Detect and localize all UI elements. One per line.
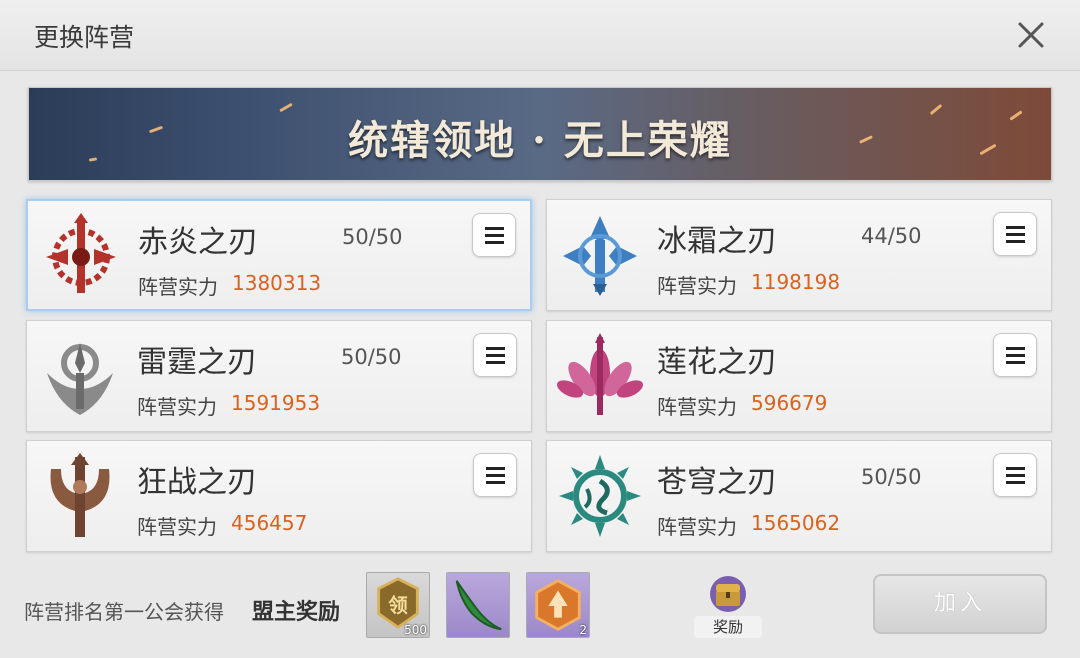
join-button[interactable]: 加入 [873, 574, 1047, 634]
menu-button[interactable] [993, 212, 1037, 256]
berserker-emblem-icon [50, 453, 110, 537]
reward-button[interactable]: 奖励 [694, 572, 762, 638]
power-value: 1198198 [751, 270, 841, 294]
power-value: 456457 [231, 511, 308, 535]
menu-button[interactable] [473, 333, 517, 377]
power-value: 1380313 [232, 271, 322, 295]
member-count: 50/50 [861, 465, 922, 489]
faction-card-bingshuang[interactable]: 冰霜之刃 44/50 阵营实力 1198198 [546, 199, 1052, 311]
power-label: 阵营实力 [137, 515, 217, 539]
menu-button[interactable] [993, 453, 1037, 497]
banner: 统辖领地 · 无上荣耀 [28, 87, 1052, 181]
faction-card-chiyan[interactable]: 赤炎之刃 50/50 阵营实力 1380313 [26, 199, 532, 311]
window-title: 更换阵营 [34, 23, 135, 52]
item-count: 500 [404, 623, 427, 637]
reward-item-orange-hexagon[interactable]: 2 [526, 572, 590, 638]
power-label: 阵营实力 [137, 395, 217, 419]
reward-item-leader-badge[interactable]: 领 500 [366, 572, 430, 638]
faction-name: 莲花之刃 [657, 345, 777, 380]
power-label: 阵营实力 [657, 274, 737, 298]
close-icon[interactable] [1014, 18, 1048, 52]
menu-button[interactable] [473, 453, 517, 497]
banner-title: 统辖领地 · 无上荣耀 [348, 117, 732, 164]
menu-button[interactable] [993, 333, 1037, 377]
member-count: 50/50 [342, 225, 403, 249]
frost-emblem-icon [563, 216, 637, 296]
svg-text:领: 领 [388, 594, 408, 617]
member-count: 44/50 [861, 224, 922, 248]
faction-name: 冰霜之刃 [657, 224, 777, 259]
power-value: 1591953 [231, 391, 321, 415]
sky-emblem-icon [559, 455, 641, 537]
title-bar: 更换阵营 [0, 0, 1080, 71]
ranking-text: 阵营排名第一公会获得 [24, 600, 224, 624]
reward-item-green-horn[interactable] [446, 572, 510, 638]
thunder-emblem-icon [47, 343, 113, 415]
member-count: 50/50 [341, 345, 402, 369]
faction-name: 赤炎之刃 [138, 225, 258, 260]
faction-card-lianhua[interactable]: 莲花之刃 阵营实力 596679 [546, 320, 1052, 432]
treasure-chest-icon [710, 576, 746, 612]
power-label: 阵营实力 [138, 275, 218, 299]
faction-name: 苍穹之刃 [657, 465, 777, 500]
green-horn-icon [455, 580, 502, 631]
faction-name: 雷霆之刃 [137, 345, 257, 380]
faction-card-leiting[interactable]: 雷霆之刃 50/50 阵营实力 1591953 [26, 320, 532, 432]
item-count: 2 [579, 623, 587, 637]
flame-emblem-icon [46, 213, 116, 293]
lotus-emblem-icon [557, 333, 643, 415]
power-label: 阵营实力 [657, 395, 737, 419]
faction-name: 狂战之刃 [137, 465, 257, 500]
power-value: 596679 [751, 391, 828, 415]
power-label: 阵营实力 [657, 515, 737, 539]
menu-button[interactable] [472, 213, 516, 257]
reward-button-label: 奖励 [694, 616, 762, 638]
reward-title: 盟主奖励 [252, 600, 341, 625]
power-value: 1565062 [751, 511, 841, 535]
faction-card-kuangzhan[interactable]: 狂战之刃 阵营实力 456457 [26, 440, 532, 552]
faction-card-cangqiong[interactable]: 苍穹之刃 50/50 阵营实力 1565062 [546, 440, 1052, 552]
